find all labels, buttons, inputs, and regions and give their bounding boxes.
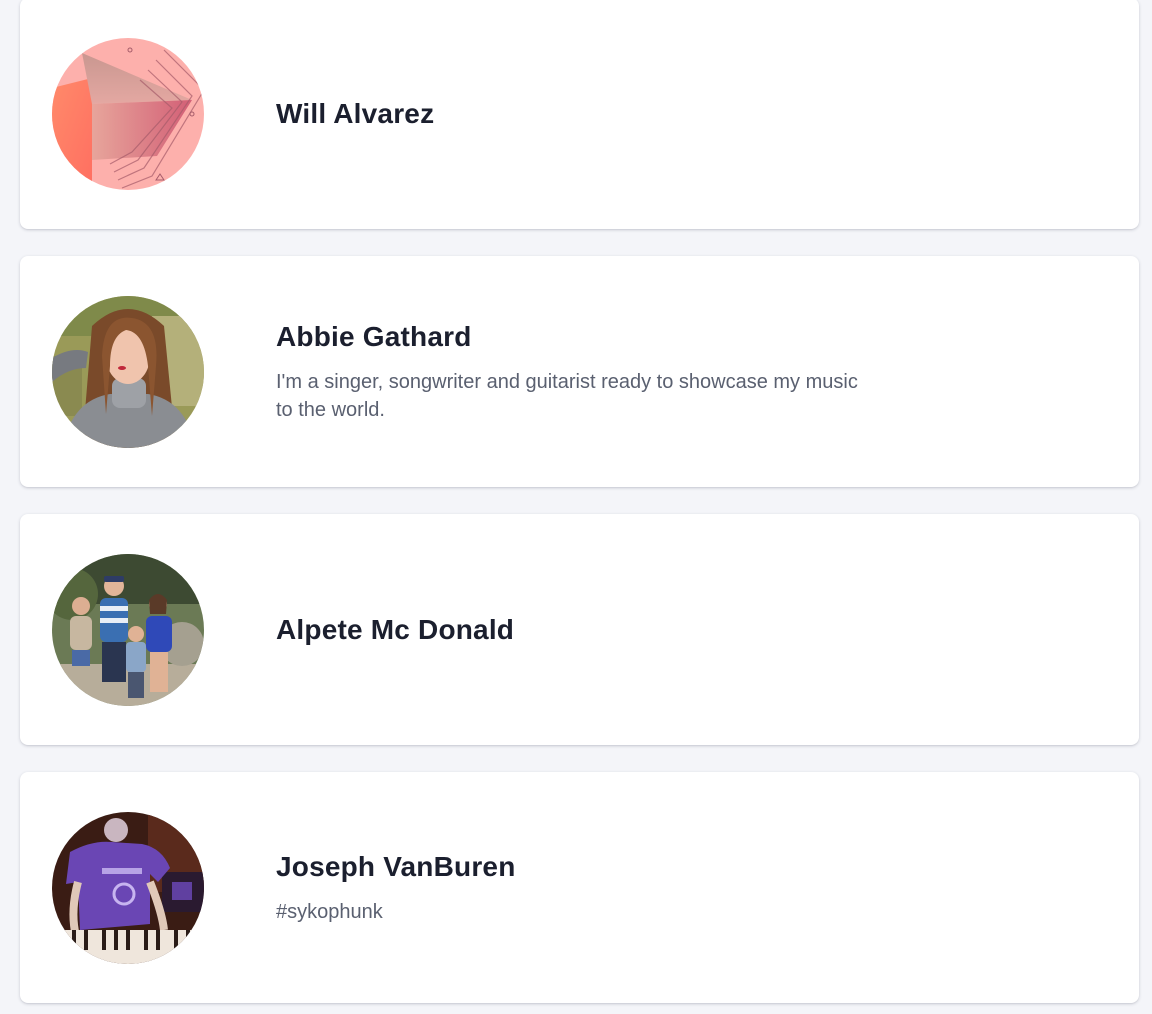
avatar [52, 812, 204, 964]
user-name: Abbie Gathard [276, 320, 472, 352]
user-card[interactable]: Will Alvarez [20, 0, 1139, 229]
musician-photo-icon [52, 812, 204, 964]
portrait-photo-icon [52, 296, 204, 448]
avatar [52, 554, 204, 706]
user-card[interactable]: Joseph VanBuren #sykophunk [20, 772, 1139, 1003]
user-name: Alpete Mc Donald [276, 613, 515, 645]
abstract-art-icon [52, 38, 204, 190]
user-card[interactable]: Alpete Mc Donald [20, 514, 1139, 745]
family-photo-icon [52, 554, 204, 706]
user-bio: #sykophunk [276, 900, 383, 923]
user-name: Joseph VanBuren [276, 850, 516, 882]
user-list: Will Alvarez Abbie Gathard I'm a singer,… [0, 0, 1152, 1014]
user-bio: I'm a singer, songwriter and guitarist r… [276, 370, 858, 421]
avatar [52, 296, 204, 448]
user-card[interactable]: Abbie Gathard I'm a singer, songwriter a… [20, 256, 1139, 487]
avatar [52, 38, 204, 190]
user-name: Will Alvarez [276, 97, 435, 129]
